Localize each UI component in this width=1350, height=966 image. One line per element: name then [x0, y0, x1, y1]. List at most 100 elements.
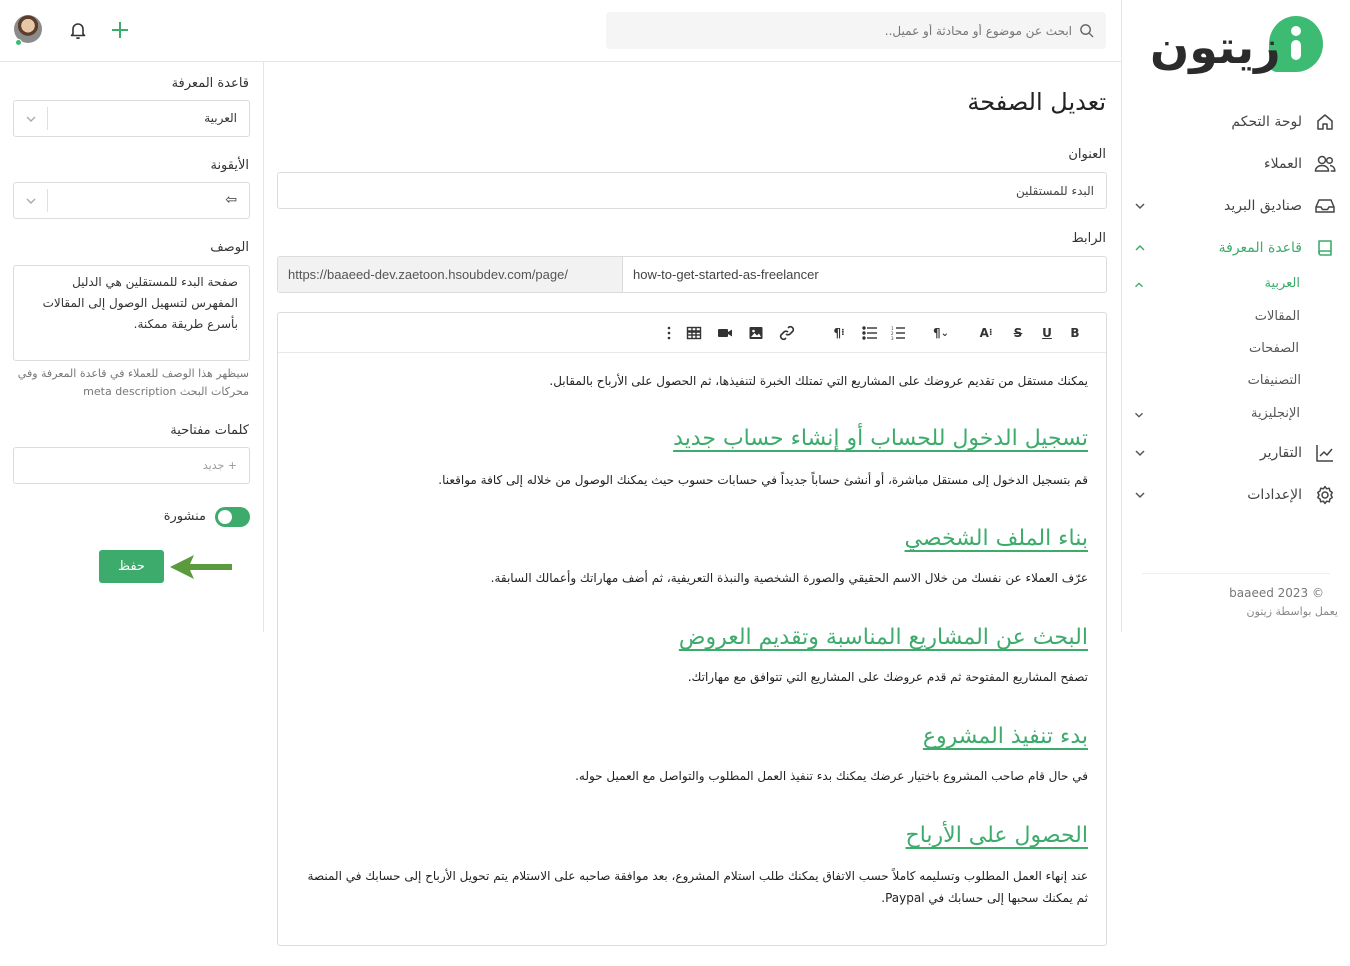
- url-prefix: https://baaeed-dev.zaetoon.hsoubdev.com/…: [278, 257, 623, 292]
- description-label: الوصف: [210, 240, 249, 255]
- content-paragraph: قم بتسجيل الدخول إلى مستقل مباشرة، أو أن…: [438, 473, 1088, 487]
- paragraph-glyph: ¶: [932, 326, 941, 340]
- sidebar-item-label: قاعدة المعرفة: [1218, 240, 1302, 256]
- chevron-up-icon[interactable]: [1132, 278, 1146, 292]
- plus-icon[interactable]: [110, 20, 130, 40]
- chevron-down-icon: [26, 198, 36, 204]
- font-size-button[interactable]: A ⁝: [978, 325, 994, 341]
- sidebar-item-label: لوحة التحكم: [1231, 114, 1302, 130]
- underline-button[interactable]: U: [1039, 325, 1055, 341]
- chart-icon: [1314, 442, 1336, 464]
- published-label: منشورة: [163, 509, 206, 524]
- description-textarea[interactable]: صفحة البدء للمستقلين هي الدليل المفهرس ل…: [13, 265, 250, 361]
- content-paragraph: عند إنهاء العمل المطلوب وتسليمه كاملاً ح…: [307, 869, 1088, 905]
- search-icon: [1080, 24, 1094, 38]
- ordered-list-icon[interactable]: 123: [890, 325, 906, 341]
- image-icon[interactable]: [748, 325, 764, 341]
- search-input[interactable]: [616, 12, 1072, 49]
- kb-select-value: العربية: [204, 111, 237, 125]
- sidebar: زيتون لوحة التحكم العملاء صناديق البريد …: [1121, 0, 1350, 632]
- sidebar-item-label: صناديق البريد: [1224, 198, 1302, 214]
- sidebar-item-label: العملاء: [1264, 156, 1302, 172]
- url-slug-input[interactable]: [623, 257, 1106, 292]
- content-heading[interactable]: تسجيل الدخول للحساب أو إنشاء حساب جديد: [673, 424, 1088, 454]
- description-hint: سيظهر هذا الوصف للعملاء في قاعدة المعرفة…: [17, 367, 249, 398]
- table-icon[interactable]: [686, 325, 702, 341]
- sidebar-subitem-pages[interactable]: الصفحات: [1249, 341, 1299, 356]
- keywords-label: كلمات مفتاحية: [170, 423, 249, 438]
- sidebar-subitem-arabic[interactable]: العربية: [1264, 276, 1300, 291]
- sidebar-subitem-articles[interactable]: المقالات: [1255, 309, 1300, 324]
- save-button[interactable]: حفظ: [99, 550, 164, 583]
- content-heading[interactable]: البحث عن المشاريع المناسبة وتقديم العروض: [679, 623, 1088, 653]
- chevron-up-icon[interactable]: [1132, 240, 1148, 256]
- bell-icon[interactable]: [68, 20, 88, 40]
- gear-icon: [1314, 484, 1336, 506]
- title-label: العنوان: [1068, 147, 1106, 162]
- select-separator: [47, 189, 48, 212]
- keywords-input[interactable]: + جديد: [13, 447, 250, 484]
- bullet-list-icon[interactable]: [862, 325, 878, 341]
- chevron-down-icon[interactable]: [1132, 198, 1148, 214]
- kb-select[interactable]: العربية: [13, 100, 250, 137]
- url-field: https://baaeed-dev.zaetoon.hsoubdev.com/…: [277, 256, 1107, 293]
- copyright: baaeed 2023 ©: [1229, 586, 1324, 600]
- more-options-icon[interactable]: [661, 325, 677, 341]
- font-size-glyph: A: [979, 326, 989, 340]
- icon-label: الأيقونة: [210, 158, 249, 173]
- content-heading[interactable]: بناء الملف الشخصي: [905, 524, 1088, 554]
- chevron-down-icon: [26, 116, 36, 122]
- logo[interactable]: زيتون: [1150, 14, 1325, 76]
- chevron-down-icon[interactable]: [1132, 487, 1148, 503]
- search-box: [606, 12, 1106, 49]
- chevron-down-icon[interactable]: [1132, 408, 1146, 422]
- bold-button[interactable]: B: [1067, 325, 1083, 341]
- chevron-down-icon[interactable]: [1132, 445, 1148, 461]
- link-icon[interactable]: [779, 325, 795, 341]
- sidebar-item-label: الإعدادات: [1247, 487, 1302, 503]
- sidebar-item-settings[interactable]: الإعدادات: [1132, 480, 1336, 510]
- editor-content[interactable]: يمكنك مستقل من تقديم عروضك على المشاريع …: [278, 353, 1106, 945]
- arrow-left-icon: ⇦: [225, 192, 237, 208]
- sidebar-divider: [1142, 573, 1330, 574]
- select-separator: [47, 107, 48, 130]
- sidebar-subitem-english[interactable]: الإنجليزية: [1251, 406, 1300, 421]
- editor-toolbar: B U S A ⁝ ¶ ⌄ 123 ¶ ⁝: [278, 313, 1106, 353]
- sidebar-item-reports[interactable]: التقارير: [1132, 438, 1336, 468]
- sidebar-item-knowledge-base[interactable]: قاعدة المعرفة: [1132, 233, 1336, 263]
- kb-label: قاعدة المعرفة: [171, 76, 249, 91]
- logo-text: زيتون: [1150, 20, 1282, 74]
- published-toggle[interactable]: [215, 507, 250, 527]
- content-paragraph: يمكنك مستقل من تقديم عروضك على المشاريع …: [549, 374, 1088, 388]
- sidebar-item-dashboard[interactable]: لوحة التحكم: [1132, 107, 1336, 137]
- sidebar-item-customers[interactable]: العملاء: [1132, 149, 1336, 179]
- page-title: تعديل الصفحة: [967, 88, 1106, 116]
- svg-text:3: 3: [891, 336, 894, 341]
- icon-select[interactable]: ⇦: [13, 182, 250, 219]
- powered-by: يعمل بواسطة زيتون: [1246, 605, 1338, 618]
- home-icon: [1314, 111, 1336, 133]
- paragraph-direction-button[interactable]: ¶ ⁝: [829, 325, 849, 341]
- title-input[interactable]: [277, 172, 1107, 209]
- keywords-placeholder: + جديد: [202, 459, 237, 472]
- content-paragraph: تصفح المشاريع المفتوحة ثم قدم عروضك على …: [687, 670, 1088, 684]
- page-settings-panel: قاعدة المعرفة العربية الأيقونة ⇦ الوصف ص…: [0, 62, 264, 632]
- link-label: الرابط: [1071, 231, 1106, 246]
- users-icon: [1314, 153, 1336, 175]
- topbar: [0, 0, 1121, 62]
- content-paragraph: في حال قام صاحب المشروع باختيار عرضك يمك…: [575, 769, 1088, 783]
- content-heading[interactable]: الحصول على الأرباح: [906, 821, 1089, 851]
- online-status-dot: [15, 39, 22, 46]
- video-icon[interactable]: [717, 325, 733, 341]
- content-heading[interactable]: بدء تنفيذ المشروع: [923, 722, 1088, 752]
- sidebar-item-label: التقارير: [1259, 445, 1302, 461]
- content-paragraph: عرّف العملاء عن نفسك من خلال الاسم الحقي…: [490, 571, 1088, 585]
- paragraph-format-button[interactable]: ¶ ⌄: [928, 325, 954, 341]
- rich-text-editor: B U S A ⁝ ¶ ⌄ 123 ¶ ⁝ يمكنك مستقل من تقديم …: [277, 312, 1107, 946]
- inbox-icon: [1314, 195, 1336, 217]
- book-icon: [1314, 237, 1336, 259]
- strikethrough-button[interactable]: S: [1010, 325, 1026, 341]
- paragraph-direction-glyph: ¶: [833, 326, 842, 340]
- sidebar-item-mailboxes[interactable]: صناديق البريد: [1132, 191, 1336, 221]
- sidebar-subitem-categories[interactable]: التصنيفات: [1248, 373, 1301, 388]
